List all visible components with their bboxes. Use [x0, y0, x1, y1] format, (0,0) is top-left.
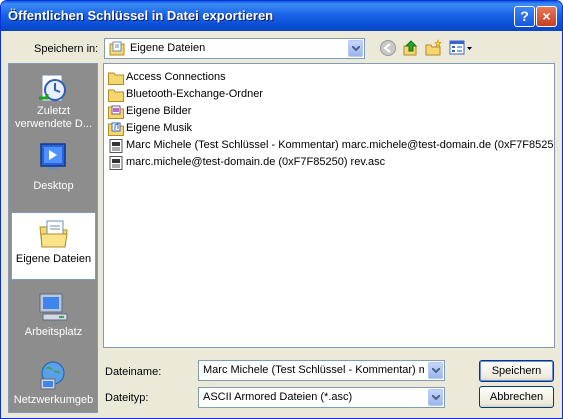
save-in-dropdown[interactable]: Eigene Dateien	[104, 38, 365, 59]
save-dialog: Öffentlichen Schlüssel in Datei exportie…	[0, 0, 563, 419]
file-name: Eigene Bilder	[126, 105, 192, 117]
filetype-select[interactable]: ASCII Armored Dateien (*.asc)	[198, 387, 445, 408]
pictures-folder-icon	[108, 105, 124, 119]
chevron-down-icon[interactable]	[348, 40, 363, 57]
close-button[interactable]: ×	[536, 6, 557, 27]
chevron-down-icon[interactable]	[428, 389, 443, 406]
save-button[interactable]: Speichern	[479, 360, 554, 382]
file-name: Access Connections	[126, 71, 226, 83]
place-network[interactable]: Netzwerkumgeb	[11, 354, 96, 418]
window-title: Öffentlichen Schlüssel in Datei exportie…	[8, 8, 274, 23]
folder-icon	[108, 72, 124, 85]
cancel-button[interactable]: Abbrechen	[479, 386, 554, 408]
file-name: marc.michele@test-domain.de (0xF7F85250)…	[126, 156, 386, 168]
place-recent[interactable]: Zuletzt verwendete D...	[11, 67, 96, 135]
save-in-value: Eigene Dateien	[130, 42, 206, 54]
filename-input[interactable]: Marc Michele (Test Schlüssel - Kommentar…	[198, 360, 445, 381]
file-name: Bluetooth-Exchange-Ordner	[126, 88, 263, 100]
place-label: Arbeitsplatz	[24, 326, 83, 338]
place-my-documents[interactable]: Eigene Dateien	[11, 212, 96, 280]
file-name: Marc Michele (Test Schlüssel - Kommentar…	[126, 139, 555, 151]
my-documents-icon	[39, 220, 68, 248]
save-in-label: Speichern in:	[34, 43, 99, 55]
file-name: Eigene Musik	[126, 122, 193, 134]
help-button[interactable]: ?	[514, 6, 535, 27]
network-icon	[40, 361, 65, 390]
title-bar[interactable]: Öffentlichen Schlüssel in Datei exportie…	[1, 1, 562, 31]
folder-icon	[108, 89, 124, 102]
filetype-value: ASCII Armored Dateien (*.asc)	[203, 391, 353, 403]
asc-file-icon	[109, 139, 123, 153]
back-icon[interactable]	[379, 39, 397, 57]
filename-value: Marc Michele (Test Schlüssel - Kommentar…	[203, 364, 424, 376]
file-list[interactable]: Access Connections Bluetooth-Exchange-Or…	[103, 63, 555, 348]
place-label: Netzwerkumgeb	[13, 394, 94, 406]
recent-documents-icon	[39, 74, 66, 102]
places-bar: Zuletzt verwendete D... Desktop Eigene D…	[8, 63, 98, 413]
my-computer-icon	[39, 293, 68, 321]
filetype-label: Dateityp:	[105, 392, 149, 404]
chevron-down-icon[interactable]	[428, 362, 443, 379]
music-folder-icon	[108, 122, 124, 136]
filename-label: Dateiname:	[105, 366, 162, 378]
place-label: Desktop	[33, 180, 74, 192]
desktop-icon	[40, 143, 66, 170]
place-my-computer[interactable]: Arbeitsplatz	[11, 286, 96, 354]
place-desktop[interactable]: Desktop	[11, 136, 96, 204]
new-folder-icon[interactable]	[425, 39, 443, 57]
my-documents-small-icon	[109, 41, 125, 56]
asc-file-icon	[109, 156, 123, 170]
place-label: Eigene Dateien	[15, 253, 92, 265]
place-label: Zuletzt verwendete D...	[14, 105, 93, 130]
view-menu-icon[interactable]	[449, 39, 473, 57]
up-folder-icon[interactable]	[402, 39, 420, 57]
